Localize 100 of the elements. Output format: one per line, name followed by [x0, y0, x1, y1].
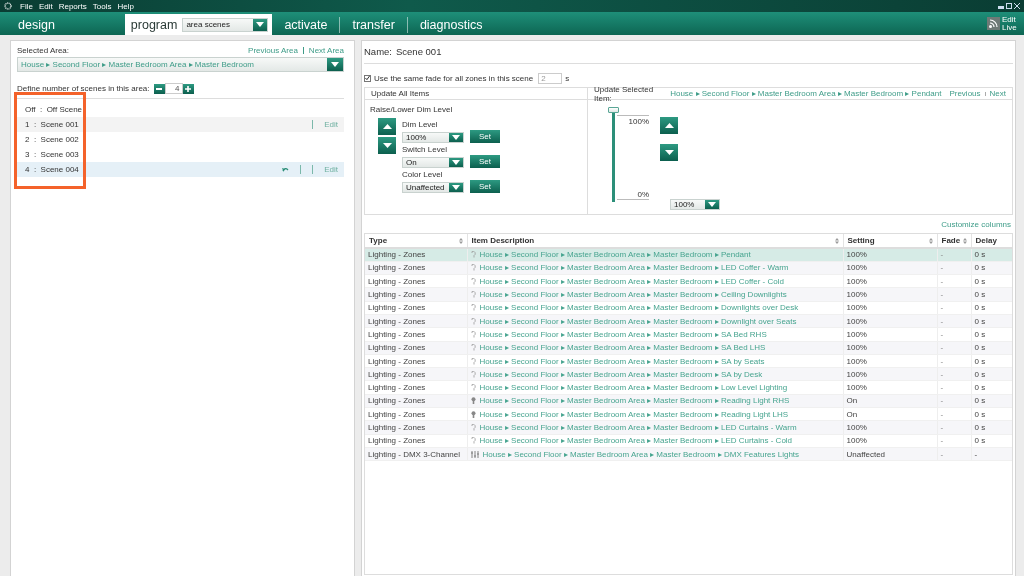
table-row[interactable]: Lighting - Zones House ▸ Second Floor ▸ Master Bedroom Area ▸ Master Bedroom ▸ LED Coffer - Cold 100% - 0 s	[365, 274, 1012, 288]
decrement-button[interactable]	[153, 83, 165, 94]
setting-cell: 100%	[843, 354, 937, 368]
mode-dropdown[interactable]: area scenes	[182, 17, 269, 32]
setting-cell: 100%	[843, 380, 937, 395]
type-cell: Lighting - Zones	[365, 354, 467, 368]
menu-item[interactable]: Reports	[58, 1, 87, 11]
table-row[interactable]: Lighting - Zones House ▸ Second Floor ▸ Master Bedroom Area ▸ Master Bedroom ▸ Reading Light LHS On - 0 s	[365, 407, 1012, 421]
section-title: Update Selected Item:	[594, 84, 655, 103]
sort-icon[interactable]	[928, 237, 933, 244]
control-label: Dim Level	[402, 120, 439, 129]
type-cell: Lighting - Zones	[365, 301, 467, 315]
fade-cell: -	[937, 380, 971, 395]
up-arrow-icon	[382, 124, 392, 129]
table-row[interactable]: Lighting - Zones House ▸ Second Floor ▸ Master Bedroom Area ▸ Master Bedroom ▸ SA by Seats 100% - 0 s	[365, 354, 1012, 368]
scene-label[interactable]: 1 : Scene 001	[25, 120, 313, 129]
previous-area-link[interactable]: Previous Area	[248, 45, 298, 55]
increment-button[interactable]	[182, 83, 194, 94]
scene-label[interactable]: 4 : Scene 004	[25, 165, 283, 174]
nav-tab[interactable]: diagnostics	[411, 14, 491, 35]
sort-icon[interactable]	[458, 237, 463, 244]
tab-label[interactable]: program	[130, 17, 178, 32]
down-arrow-icon	[382, 143, 392, 148]
lower-button[interactable]	[378, 137, 396, 154]
menu-item[interactable]: Help	[117, 1, 134, 11]
next-link[interactable]: Next	[989, 89, 1006, 98]
menu-item[interactable]: File	[20, 1, 33, 11]
level-dropdown[interactable]: 100%	[670, 199, 720, 210]
level-dropdown[interactable]: 100%	[402, 132, 464, 143]
down-arrow-icon	[664, 150, 674, 155]
menu-item[interactable]: Tools	[92, 1, 112, 11]
broadcast-icon[interactable]	[987, 17, 1000, 30]
fade-cell: -	[937, 354, 971, 368]
menu-item[interactable]: Edit	[38, 1, 53, 11]
nav-tab[interactable]: program area scenes	[124, 14, 273, 35]
level-dropdown[interactable]: Unaffected	[402, 182, 464, 193]
app-logo-icon	[4, 2, 12, 10]
level-dropdown[interactable]: On	[402, 157, 464, 168]
same-fade-checkbox[interactable]	[364, 74, 371, 82]
checkbox-label: Use the same fade for all zones in this scene	[374, 73, 534, 83]
next-area-link[interactable]: Next Area	[308, 45, 344, 55]
type-cell: Lighting - Zones	[365, 327, 467, 342]
edit-live-label[interactable]: Edit Live	[1002, 15, 1018, 32]
scene-row[interactable]: 1 : Scene 001 Edit	[17, 117, 344, 132]
fade-cell: -	[937, 327, 971, 342]
caret-icon	[452, 185, 460, 190]
fade-cell: -	[937, 274, 971, 288]
table-row[interactable]: Lighting - Zones House ▸ Second Floor ▸ Master Bedroom Area ▸ Master Bedroom ▸ SA Bed RHS 100% - 0 s	[365, 327, 1012, 342]
minimize-icon[interactable]	[998, 3, 1004, 9]
check-icon	[365, 75, 370, 81]
set-button[interactable]: Set	[470, 155, 500, 168]
customize-columns-link[interactable]: Customize columns	[941, 220, 1011, 229]
caret-icon	[452, 135, 460, 140]
scene-row[interactable]: Off : Off Scene	[17, 102, 344, 117]
type-cell: Lighting - Zones	[365, 434, 467, 448]
scene-label[interactable]: Off : Off Scene	[25, 105, 344, 114]
caret-icon	[256, 22, 265, 27]
scene-row[interactable]: 2 : Scene 002	[17, 132, 344, 147]
set-button[interactable]: Set	[470, 180, 500, 193]
table-row[interactable]: Lighting - Zones House ▸ Second Floor ▸ Master Bedroom Area ▸ Master Bedroom ▸ LED Curtains - Cold 100% - 0 s	[365, 434, 1012, 448]
caret-icon	[331, 62, 339, 67]
type-cell: Lighting - Zones	[365, 274, 467, 288]
set-button[interactable]: Set	[470, 130, 500, 143]
scene-row[interactable]: 4 : Scene 004 Edit	[17, 162, 344, 177]
delay-cell: 0 s	[971, 434, 1012, 448]
minus-icon	[156, 87, 162, 90]
caret-icon	[708, 202, 716, 207]
table-row[interactable]: Lighting - Zones House ▸ Second Floor ▸ Master Bedroom Area ▸ Master Bedroom ▸ Downlights over Desk 100% - 0 s	[365, 301, 1012, 315]
scene-row[interactable]: 3 : Scene 003	[17, 147, 344, 162]
maximize-icon[interactable]	[1006, 3, 1012, 9]
raise-button[interactable]	[660, 117, 678, 134]
previous-link[interactable]: Previous	[949, 89, 981, 98]
close-icon[interactable]	[1014, 3, 1020, 9]
raise-button[interactable]	[378, 118, 396, 135]
nav-tab[interactable]: transfer	[344, 14, 403, 35]
name-label: Name:	[364, 46, 392, 57]
item-path-link[interactable]: House ▸ Second Floor ▸ Master Bedroom Area ▸ Master Bedroom ▸ Pendant	[670, 89, 942, 98]
control-label: Color Level	[402, 170, 444, 179]
lower-button[interactable]	[660, 144, 678, 161]
undo-icon[interactable]	[282, 167, 290, 172]
scene-label[interactable]: 2 : Scene 002	[25, 135, 344, 144]
type-cell: Lighting - Zones	[365, 407, 467, 421]
nav-tab[interactable]: design	[10, 14, 63, 35]
setting-cell: 100%	[843, 274, 937, 288]
up-arrow-icon	[664, 123, 674, 128]
sort-icon[interactable]	[834, 237, 839, 244]
scene-label[interactable]: 3 : Scene 003	[25, 150, 344, 159]
fade-cell: -	[937, 434, 971, 448]
delay-cell: 0 s	[971, 327, 1012, 342]
setting-cell: 100%	[843, 327, 937, 342]
setting-cell: 100%	[843, 434, 937, 448]
slider-thumb[interactable]	[608, 107, 619, 113]
scene-count-field[interactable]: 4	[164, 83, 183, 94]
table-row[interactable]: Lighting - Zones House ▸ Second Floor ▸ Master Bedroom Area ▸ Master Bedroom ▸ Low Level Lighting 100% - 0 s	[365, 380, 1012, 395]
nav-tab[interactable]: activate	[276, 14, 336, 35]
sort-icon[interactable]	[962, 237, 967, 244]
delay-cell: 0 s	[971, 274, 1012, 288]
scene-name: Scene 001	[396, 46, 442, 57]
fade-cell: -	[937, 407, 971, 421]
setting-cell: On	[843, 407, 937, 421]
